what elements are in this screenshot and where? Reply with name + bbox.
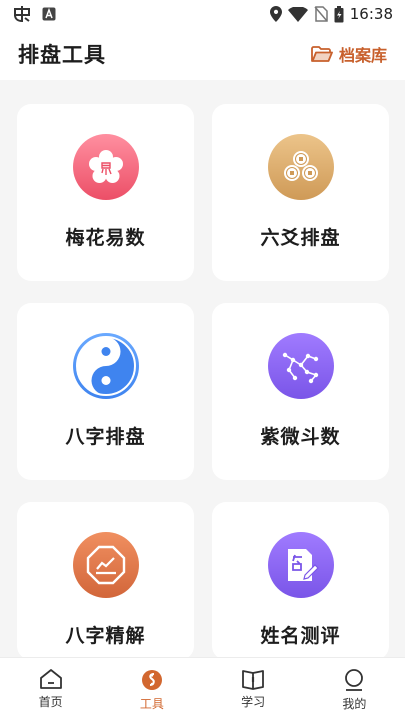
tab-label: 我的 (342, 697, 367, 711)
location-icon (269, 6, 282, 22)
home-icon (39, 668, 63, 690)
tab-study[interactable]: 学习 (203, 658, 304, 720)
tool-card-name-test[interactable]: 姓名测评 (212, 502, 389, 660)
tool-label: 六爻排盘 (260, 227, 341, 249)
octagon-chart-icon (72, 532, 139, 598)
coins-icon (267, 134, 334, 200)
status-left (12, 5, 56, 23)
tab-label: 工具 (139, 697, 164, 711)
tool-label: 梅花易数 (65, 227, 146, 249)
page-title: 排盘工具 (18, 42, 106, 67)
book-icon (241, 668, 265, 690)
tool-card-ziwei[interactable]: 紫微斗数 (212, 303, 389, 480)
tab-me[interactable]: 我的 (304, 658, 405, 720)
constellation-icon (267, 333, 334, 399)
profile-icon (342, 668, 366, 692)
tool-card-six-yao[interactable]: 六爻排盘 (212, 104, 389, 281)
tools-icon (140, 668, 164, 692)
plum-blossom-icon (72, 134, 139, 200)
tool-label: 八字排盘 (65, 426, 146, 448)
tool-label: 八字精解 (65, 625, 146, 647)
tool-label: 紫微斗数 (260, 426, 341, 448)
folder-open-icon (311, 45, 333, 63)
app-notification-icon (12, 5, 32, 23)
header: 排盘工具 档案库 (0, 28, 405, 80)
tab-label: 学习 (241, 695, 266, 709)
battery-icon (334, 5, 344, 23)
tab-home[interactable]: 首页 (0, 658, 101, 720)
tool-card-bazi-analysis[interactable]: 八字精解 (17, 502, 194, 660)
tab-label: 首页 (38, 695, 63, 709)
a-letter-icon (42, 7, 56, 21)
tool-card-plum-blossom[interactable]: 梅花易数 (17, 104, 194, 281)
status-bar: 16:38 (0, 0, 405, 28)
yin-yang-icon (72, 333, 139, 399)
wifi-icon (287, 6, 308, 22)
tool-card-bazi-chart[interactable]: 八字排盘 (17, 303, 194, 480)
archive-button[interactable]: 档案库 (311, 42, 387, 66)
no-sim-icon (314, 6, 328, 22)
name-card-icon (267, 532, 334, 598)
status-time: 16:38 (349, 5, 393, 23)
status-right: 16:38 (269, 5, 393, 23)
bottom-tab-bar: 首页 工具 学习 我的 (0, 657, 405, 720)
tool-label: 姓名测评 (260, 625, 341, 647)
tab-tools[interactable]: 工具 (101, 658, 202, 720)
archive-label: 档案库 (338, 46, 387, 65)
